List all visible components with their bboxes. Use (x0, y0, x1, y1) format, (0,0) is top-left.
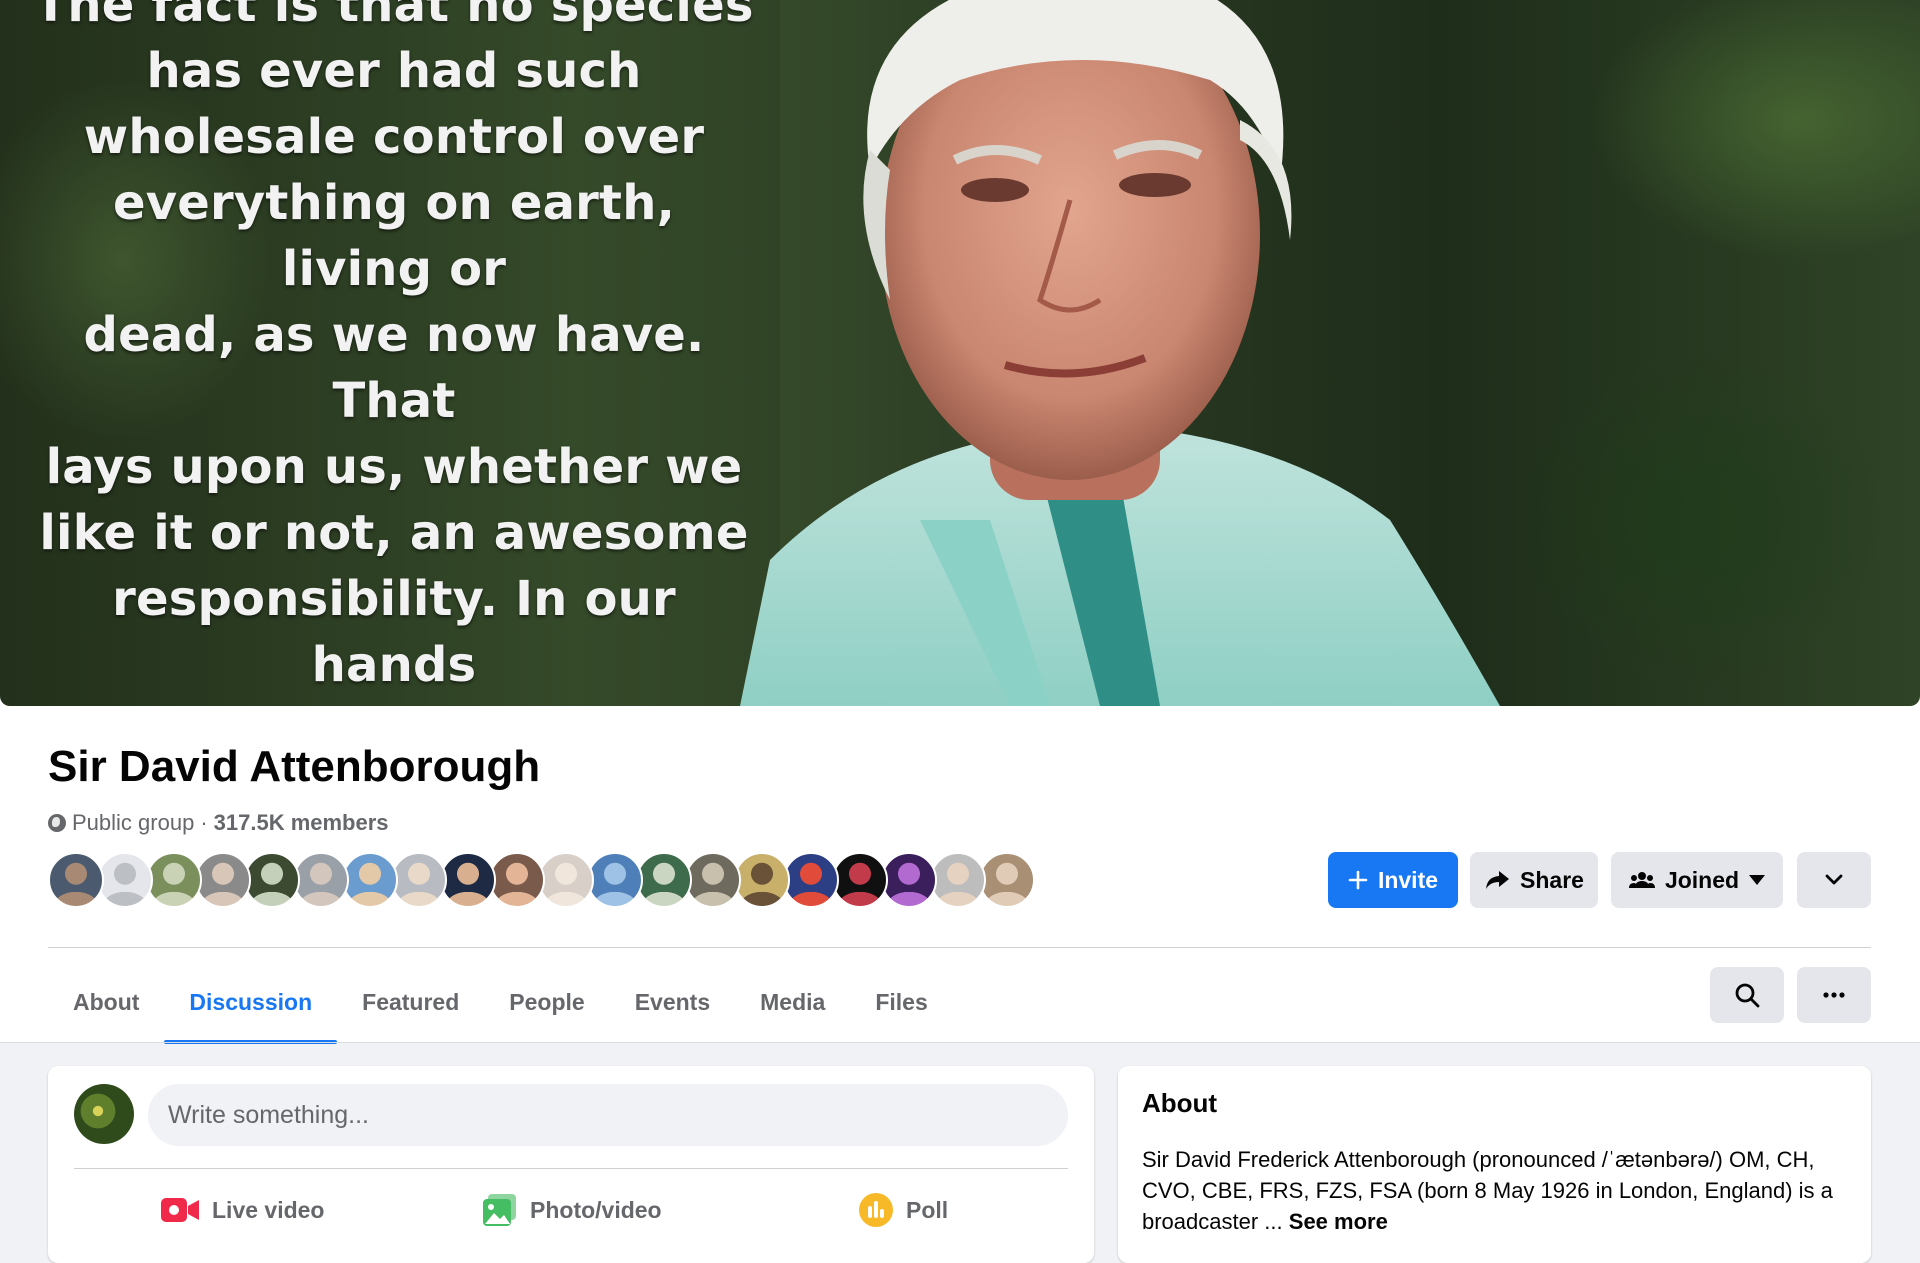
globe-icon (48, 814, 66, 832)
photo-video-button[interactable]: Photo/video (482, 1180, 662, 1240)
member-avatar[interactable] (979, 852, 1035, 908)
member-avatar[interactable] (783, 852, 839, 908)
member-count[interactable]: 317.5K members (214, 810, 389, 836)
search-button[interactable] (1710, 967, 1784, 1023)
group-header: The fact is that no species has ever had… (0, 0, 1920, 1044)
member-avatar[interactable] (244, 852, 300, 908)
group-people-icon (1628, 872, 1655, 888)
share-arrow-icon (1486, 871, 1510, 889)
member-avatar-list (48, 852, 1035, 908)
cover-quote-text: The fact is that no species has ever had… (34, 0, 754, 706)
member-avatar[interactable] (881, 852, 937, 908)
member-avatar[interactable] (293, 852, 349, 908)
about-card: About Sir David Frederick Attenborough (… (1118, 1066, 1871, 1263)
tab-files[interactable]: Files (850, 962, 952, 1042)
write-something-input[interactable]: Write something... (148, 1084, 1068, 1146)
chevron-down-icon (1825, 874, 1843, 885)
member-avatar[interactable] (342, 852, 398, 908)
tab-featured[interactable]: Featured (337, 962, 484, 1042)
photo-video-label: Photo/video (530, 1196, 662, 1223)
header-bottom-border (0, 1042, 1920, 1043)
live-video-button[interactable]: Live video (160, 1180, 324, 1240)
member-avatar[interactable] (832, 852, 888, 908)
tab-about[interactable]: About (48, 962, 164, 1042)
member-avatar[interactable] (48, 852, 104, 908)
live-video-label: Live video (212, 1196, 325, 1223)
plus-icon (1348, 870, 1368, 890)
live-video-icon (161, 1198, 199, 1222)
member-avatar[interactable] (391, 852, 447, 908)
current-user-avatar[interactable] (74, 1084, 134, 1144)
poll-icon (859, 1193, 893, 1227)
photo-icon (483, 1194, 516, 1226)
member-avatar[interactable] (146, 852, 202, 908)
member-avatar[interactable] (538, 852, 594, 908)
composer-divider (74, 1168, 1068, 1169)
member-avatar[interactable] (930, 852, 986, 908)
share-label: Share (1520, 866, 1584, 893)
expand-header-button[interactable] (1797, 852, 1871, 908)
poll-button[interactable]: Poll (858, 1180, 948, 1240)
more-options-button[interactable] (1797, 967, 1871, 1023)
group-title[interactable]: Sir David Attenborough (48, 742, 540, 792)
see-more-link[interactable]: See more (1289, 1209, 1388, 1234)
invite-button[interactable]: Invite (1328, 852, 1458, 908)
poll-label: Poll (906, 1196, 949, 1223)
meta-separator: · (200, 810, 208, 835)
about-title: About (1142, 1088, 1218, 1118)
tab-people[interactable]: People (484, 962, 609, 1042)
member-avatar[interactable] (489, 852, 545, 908)
joined-button[interactable]: Joined (1611, 852, 1783, 908)
invite-label: Invite (1377, 866, 1439, 893)
tab-discussion[interactable]: Discussion (164, 962, 337, 1044)
group-privacy: Public group (72, 810, 195, 835)
about-description: Sir David Frederick Attenborough (pronou… (1142, 1144, 1842, 1237)
member-avatar[interactable] (440, 852, 496, 908)
member-avatar[interactable] (97, 852, 153, 908)
more-dots-icon (1823, 992, 1845, 998)
portrait-image (740, 0, 1500, 706)
member-avatar[interactable] (587, 852, 643, 908)
member-avatar[interactable] (195, 852, 251, 908)
tab-events[interactable]: Events (610, 962, 735, 1042)
joined-label: Joined (1664, 866, 1740, 893)
caret-down-icon (1749, 875, 1766, 885)
tab-media[interactable]: Media (735, 962, 850, 1042)
about-text: Sir David Frederick Attenborough (pronou… (1142, 1147, 1833, 1234)
group-meta: Public group · 317.5K members (48, 810, 389, 836)
member-avatar[interactable] (685, 852, 741, 908)
search-icon (1735, 983, 1760, 1008)
post-composer: Write something... Live video Photo/vide… (48, 1066, 1094, 1263)
member-avatar[interactable] (734, 852, 790, 908)
share-button[interactable]: Share (1470, 852, 1598, 908)
group-tabs: About Discussion Featured People Events Media… (48, 962, 953, 1044)
member-avatar[interactable] (636, 852, 692, 908)
header-divider (48, 947, 1871, 948)
cover-photo[interactable]: The fact is that no species has ever had… (0, 0, 1920, 706)
